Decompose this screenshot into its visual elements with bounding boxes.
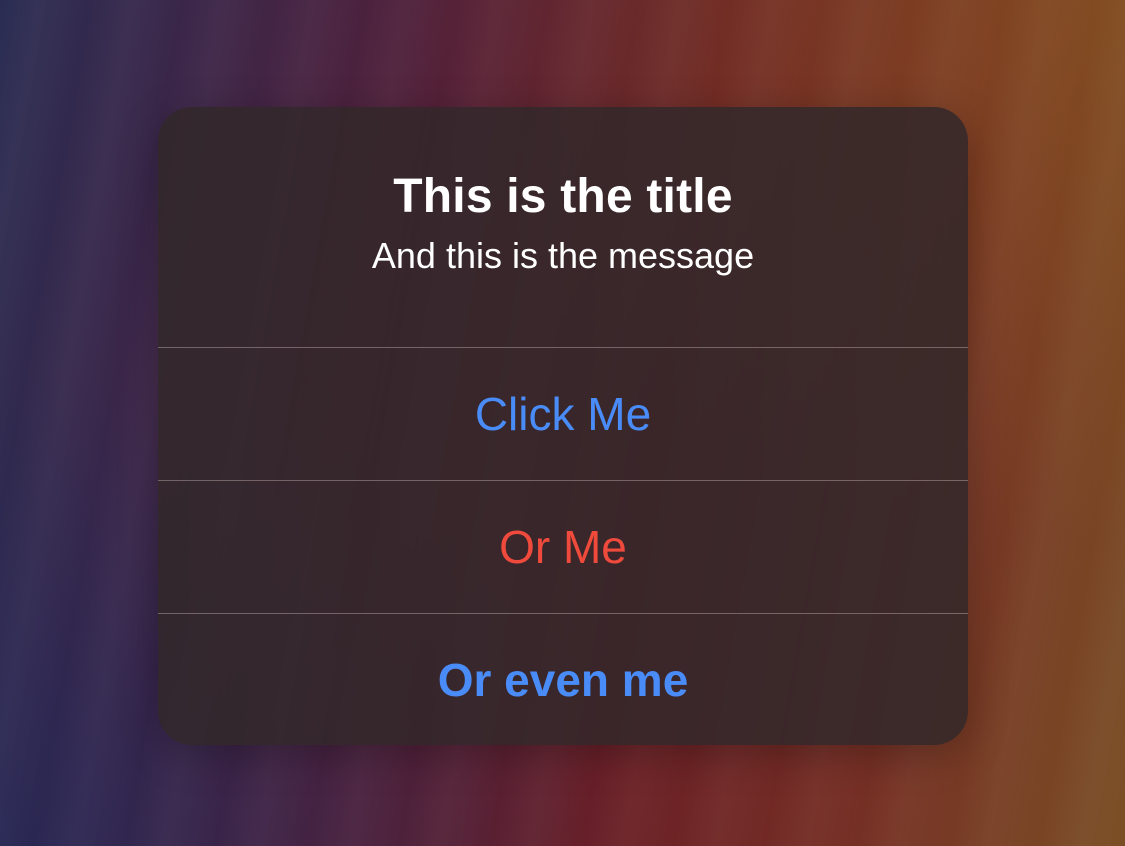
or-even-me-button[interactable]: Or even me — [158, 614, 968, 745]
alert-header: This is the title And this is the messag… — [158, 107, 968, 347]
alert-dialog: This is the title And this is the messag… — [158, 107, 968, 745]
alert-message: And this is the message — [371, 235, 755, 276]
alert-title: This is the title — [393, 170, 733, 223]
click-me-button[interactable]: Click Me — [158, 348, 968, 480]
or-me-button[interactable]: Or Me — [158, 481, 968, 613]
